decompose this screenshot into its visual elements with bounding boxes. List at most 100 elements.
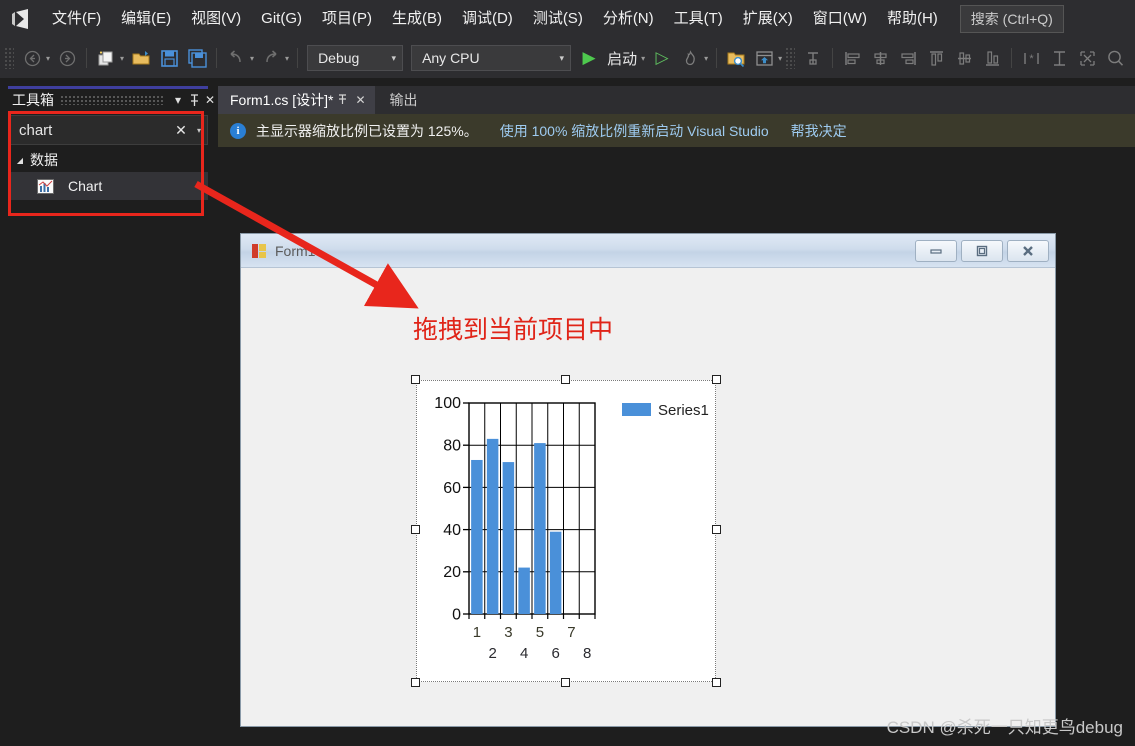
align-right-icon[interactable] <box>895 45 921 71</box>
start-dropdown-icon[interactable]: ▾ <box>641 54 645 63</box>
hot-reload-flame-icon[interactable] <box>677 45 703 71</box>
menu-item-file[interactable]: 文件(F) <box>42 0 111 38</box>
info-icon: i <box>230 122 246 139</box>
maximize-icon[interactable] <box>961 239 1003 262</box>
visual-studio-logo-icon <box>0 0 42 38</box>
form-body[interactable]: 拖拽到当前项目中 100 80 60 40 20 0 1 3 5 7 2 4 6… <box>241 268 1055 726</box>
align-bottom-icon[interactable] <box>979 45 1005 71</box>
chevron-down-icon: ▾ <box>559 52 565 63</box>
open-folder-icon[interactable] <box>128 45 154 71</box>
close-icon[interactable] <box>1007 239 1049 262</box>
solution-configuration-combo[interactable]: Debug ▾ <box>307 45 404 71</box>
close-icon[interactable]: ✕ <box>202 91 218 109</box>
menu-item-tools[interactable]: 工具(T) <box>664 0 733 38</box>
resize-handle-s[interactable] <box>561 678 570 687</box>
align-left-icon[interactable] <box>839 45 865 71</box>
menu-item-edit[interactable]: 编辑(E) <box>111 0 181 38</box>
menu-item-extensions[interactable]: 扩展(X) <box>733 0 803 38</box>
redo-icon[interactable] <box>258 45 284 71</box>
drag-annotation-text: 拖拽到当前项目中 <box>413 316 614 344</box>
toolbox-header-dots <box>60 95 164 105</box>
resize-handle-se[interactable] <box>712 678 721 687</box>
solution-platform-combo[interactable]: Any CPU ▾ <box>411 45 572 71</box>
close-icon[interactable]: ✕ <box>351 93 369 107</box>
tab-order-icon[interactable] <box>800 45 826 71</box>
make-same-height-icon[interactable] <box>1046 45 1072 71</box>
menu-item-test[interactable]: 测试(S) <box>523 0 593 38</box>
clear-x-icon[interactable]: ✕ <box>171 122 191 139</box>
toolbox-panel: 工具箱 ▾ ✕ chart ✕ ▾ ◢ 数据 Chart <box>0 86 218 746</box>
save-all-icon[interactable] <box>184 45 210 71</box>
toolbar-grip-2[interactable] <box>785 47 796 69</box>
resize-handle-n[interactable] <box>561 375 570 384</box>
make-same-width-icon[interactable]: * <box>1018 45 1044 71</box>
new-project-dropdown-icon[interactable]: ▾ <box>120 54 124 63</box>
toolbox-category-label: 数据 <box>30 152 58 168</box>
menu-item-debug[interactable]: 调试(D) <box>452 0 523 38</box>
resize-handle-nw[interactable] <box>411 375 420 384</box>
toolbox-category-data[interactable]: ◢ 数据 <box>10 148 208 172</box>
chart-control[interactable]: 100 80 60 40 20 0 1 3 5 7 2 4 6 8 Series… <box>411 375 721 687</box>
solution-platform-value: Any CPU <box>422 50 480 66</box>
editor-tab-strip: Form1.cs [设计]* ✕ 输出 <box>218 86 1135 114</box>
resize-handle-sw[interactable] <box>411 678 420 687</box>
menu-item-window[interactable]: 窗口(W) <box>803 0 877 38</box>
preview-dropdown-icon[interactable]: ▾ <box>778 54 782 63</box>
pin-icon[interactable] <box>333 93 351 108</box>
toolbox-header: 工具箱 ▾ ✕ <box>0 89 218 111</box>
folder-search-icon[interactable] <box>723 45 749 71</box>
size-to-grid-icon[interactable] <box>1074 45 1100 71</box>
menu-item-view[interactable]: 视图(V) <box>181 0 251 38</box>
menu-item-analyze[interactable]: 分析(N) <box>593 0 664 38</box>
svg-text:*: * <box>1029 53 1034 65</box>
tab-output[interactable]: 输出 <box>375 86 432 114</box>
minimize-icon[interactable] <box>915 239 957 262</box>
magnifier-zoom-icon[interactable] <box>1102 45 1128 71</box>
designer-surface[interactable]: Form1 拖拽到当前项目中 100 80 60 40 20 0 1 3 5 7… <box>218 147 1135 746</box>
menu-item-git[interactable]: Git(G) <box>251 0 312 38</box>
preview-window-icon[interactable] <box>751 45 777 71</box>
tab-form1-designer[interactable]: Form1.cs [设计]* ✕ <box>218 86 376 114</box>
svg-text:0: 0 <box>452 607 461 624</box>
svg-text:100: 100 <box>434 395 461 412</box>
navigate-backward-dropdown-icon[interactable]: ▾ <box>46 54 50 63</box>
start-button-label[interactable]: 启动 <box>603 48 641 69</box>
chevron-down-icon[interactable]: ▾ <box>191 126 207 135</box>
save-icon[interactable] <box>156 45 182 71</box>
hot-reload-dropdown-icon[interactable]: ▾ <box>704 54 708 63</box>
form-designer-window[interactable]: Form1 拖拽到当前项目中 100 80 60 40 20 0 1 3 5 7… <box>240 233 1056 727</box>
toolbar-grip[interactable] <box>4 47 14 69</box>
start-debug-icon[interactable]: ▶ <box>576 45 602 71</box>
toolbar-separator <box>1011 48 1013 68</box>
navigate-backward-icon[interactable] <box>19 45 45 71</box>
pin-icon[interactable] <box>186 91 202 109</box>
svg-text:1: 1 <box>473 624 481 641</box>
navigate-forward-icon[interactable] <box>54 45 80 71</box>
menu-item-build[interactable]: 生成(B) <box>382 0 452 38</box>
resize-handle-ne[interactable] <box>712 375 721 384</box>
align-top-icon[interactable] <box>923 45 949 71</box>
toolbox-item-chart[interactable]: Chart <box>10 172 208 200</box>
undo-icon[interactable] <box>223 45 249 71</box>
info-bar-link-help-decide[interactable]: 帮我决定 <box>791 121 847 141</box>
svg-text:20: 20 <box>443 564 461 581</box>
undo-dropdown-icon[interactable]: ▾ <box>250 54 254 63</box>
global-search-box[interactable]: 搜索 (Ctrl+Q) <box>959 5 1064 33</box>
align-middle-icon[interactable] <box>951 45 977 71</box>
resize-handle-w[interactable] <box>411 525 420 534</box>
info-bar-link-restart[interactable]: 使用 100% 缩放比例重新启动 Visual Studio <box>500 121 769 141</box>
watermark-text: CSDN @杀死一只知更鸟debug <box>886 718 1123 737</box>
menu-item-project[interactable]: 项目(P) <box>312 0 382 38</box>
svg-text:60: 60 <box>443 480 461 497</box>
resize-handle-e[interactable] <box>712 525 721 534</box>
new-project-icon[interactable] <box>93 45 119 71</box>
toolbar-separator <box>86 48 88 68</box>
menu-item-help[interactable]: 帮助(H) <box>877 0 948 38</box>
align-center-icon[interactable] <box>867 45 893 71</box>
svg-text:3: 3 <box>504 624 512 641</box>
start-without-debugging-icon[interactable]: ▷ <box>649 45 675 71</box>
chevron-down-icon[interactable]: ▾ <box>170 91 186 109</box>
redo-dropdown-icon[interactable]: ▾ <box>285 54 289 63</box>
toolbox-search-input[interactable]: chart ✕ ▾ <box>10 115 208 145</box>
chart-control-icon <box>34 177 56 195</box>
